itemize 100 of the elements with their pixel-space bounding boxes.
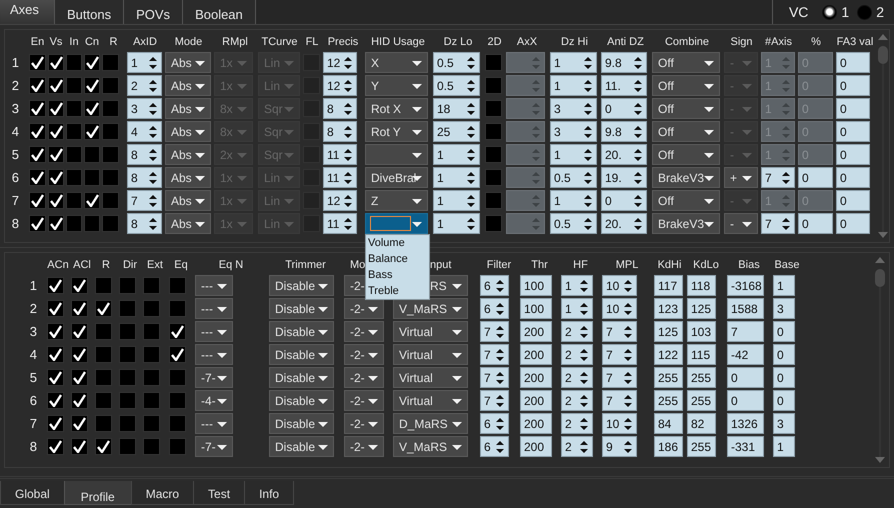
number-field[interactable]: 118 [687, 275, 716, 296]
checkbox[interactable] [102, 169, 119, 186]
dropdown[interactable]: --- [195, 321, 233, 342]
checkbox[interactable] [47, 438, 64, 455]
dropdown[interactable]: Abs [165, 144, 211, 165]
spin-box[interactable]: 1 [433, 213, 480, 234]
spin-box[interactable]: 2 [561, 321, 593, 342]
spin-box[interactable]: 12 [323, 190, 357, 211]
checkbox[interactable] [95, 300, 112, 317]
checkbox[interactable] [102, 146, 119, 163]
spin-box[interactable]: 7 [480, 390, 509, 411]
number-field[interactable]: 255 [687, 436, 716, 457]
dropdown[interactable]: Off [652, 98, 720, 119]
checkbox[interactable] [169, 300, 186, 317]
spin-box[interactable]: 4 [127, 121, 162, 142]
spin-box[interactable]: 20. [601, 213, 647, 234]
checkbox[interactable] [169, 438, 186, 455]
spin-box[interactable]: 11 [323, 213, 357, 234]
dropdown[interactable]: Abs [165, 98, 211, 119]
dropdown[interactable]: Abs [165, 52, 211, 73]
spin-box[interactable]: 7 [480, 321, 509, 342]
number-field[interactable]: 0 [773, 390, 795, 411]
spin-box[interactable]: 25 [433, 121, 480, 142]
spin-arrows-icon[interactable] [580, 418, 588, 430]
spin-box[interactable]: 1 [550, 190, 597, 211]
dropdown[interactable]: -7- [195, 436, 233, 457]
number-field[interactable]: 200 [520, 367, 552, 388]
dropdown[interactable]: Z [365, 190, 428, 211]
number-field[interactable]: 0 [727, 390, 764, 411]
number-field[interactable]: 0 [836, 213, 870, 234]
dropdown[interactable]: Disable [269, 298, 334, 319]
spin-box[interactable]: 9.8 [601, 121, 647, 142]
spin-arrows-icon[interactable] [467, 103, 475, 115]
checkbox[interactable] [119, 300, 136, 317]
spin-box[interactable]: 7 [602, 390, 637, 411]
dropdown[interactable]: -2- [344, 436, 384, 457]
spin-arrows-icon[interactable] [624, 303, 632, 315]
dropdown[interactable]: Disable [269, 344, 334, 365]
checkbox[interactable] [169, 392, 186, 409]
dropdown[interactable]: -2- [344, 390, 384, 411]
spin-arrows-icon[interactable] [344, 218, 352, 230]
dropdown[interactable]: Disable [269, 436, 334, 457]
checkbox[interactable] [95, 392, 112, 409]
checkbox[interactable] [143, 369, 160, 386]
spin-arrows-icon[interactable] [634, 103, 642, 115]
checkbox[interactable] [66, 146, 82, 163]
spin-arrows-icon[interactable] [344, 126, 352, 138]
spin-box[interactable]: 2 [561, 436, 593, 457]
dropdown[interactable]: Off [652, 121, 720, 142]
spin-arrows-icon[interactable] [149, 57, 157, 69]
spin-arrows-icon[interactable] [149, 80, 157, 92]
checkbox[interactable] [102, 100, 119, 117]
checkbox[interactable] [119, 369, 136, 386]
number-field[interactable]: 0 [836, 144, 870, 165]
spin-box[interactable]: 11 [323, 144, 357, 165]
spin-box[interactable]: 10 [602, 413, 637, 434]
checkbox[interactable] [47, 369, 64, 386]
dropdown[interactable]: Abs [165, 121, 211, 142]
spin-arrows-icon[interactable] [584, 57, 592, 69]
number-field[interactable]: -331 [727, 436, 764, 457]
checkbox[interactable] [47, 392, 64, 409]
checkbox[interactable] [485, 192, 502, 209]
dropdown[interactable]: Abs [165, 213, 211, 234]
number-field[interactable]: 255 [687, 390, 716, 411]
checkbox[interactable] [71, 323, 88, 340]
spin-arrows-icon[interactable] [624, 418, 632, 430]
checkbox[interactable] [169, 346, 186, 363]
checkbox[interactable] [84, 123, 100, 140]
spin-arrows-icon[interactable] [496, 372, 504, 384]
tab[interactable]: Axes [0, 0, 55, 24]
spin-arrows-icon[interactable] [624, 280, 632, 292]
spin-box[interactable]: 1 [433, 190, 480, 211]
checkbox[interactable] [95, 277, 112, 294]
spin-box[interactable]: 3 [550, 121, 597, 142]
spin-arrows-icon[interactable] [344, 149, 352, 161]
checkbox[interactable] [84, 169, 100, 186]
checkbox[interactable] [95, 323, 112, 340]
number-field[interactable]: 200 [520, 390, 552, 411]
dropdown[interactable]: Virtual [393, 390, 468, 411]
checkbox[interactable] [143, 438, 160, 455]
dropdown[interactable]: V_MaRS [393, 436, 468, 457]
spin-box[interactable]: 9.8 [601, 52, 647, 73]
spin-box[interactable]: 7 [761, 213, 795, 234]
checkbox[interactable] [29, 54, 46, 71]
dropdown[interactable]: Virtual [393, 344, 468, 365]
number-field[interactable]: 103 [687, 321, 716, 342]
dropdown[interactable]: Virtual [393, 367, 468, 388]
spin-box[interactable]: 12 [323, 52, 357, 73]
number-field[interactable]: 100 [520, 275, 552, 296]
spin-arrows-icon[interactable] [467, 195, 475, 207]
checkbox[interactable] [71, 392, 88, 409]
spin-arrows-icon[interactable] [149, 218, 157, 230]
checkbox[interactable] [48, 169, 64, 186]
number-field[interactable]: 84 [654, 413, 683, 434]
spin-box[interactable]: 1 [127, 52, 162, 73]
dropdown[interactable]: X [365, 52, 428, 73]
spin-arrows-icon[interactable] [580, 395, 588, 407]
checkbox[interactable] [102, 192, 119, 209]
spin-box[interactable]: 7 [480, 344, 509, 365]
checkbox[interactable] [102, 215, 119, 232]
